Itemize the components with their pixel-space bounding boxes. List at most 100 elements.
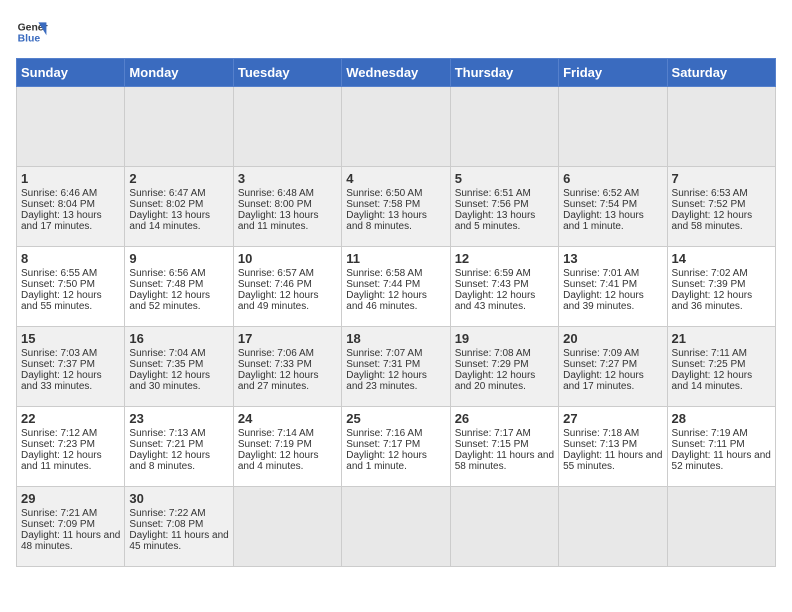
calendar-week-3: 15Sunrise: 7:03 AMSunset: 7:37 PMDayligh… bbox=[17, 327, 776, 407]
day-number: 1 bbox=[21, 171, 120, 186]
day-info: Sunset: 7:43 PM bbox=[455, 279, 554, 290]
calendar-cell: 18Sunrise: 7:07 AMSunset: 7:31 PMDayligh… bbox=[342, 327, 450, 407]
calendar-week-0 bbox=[17, 87, 776, 167]
day-info: Daylight: 12 hours and 1 minute. bbox=[346, 450, 445, 472]
day-info: Daylight: 12 hours and 58 minutes. bbox=[672, 210, 771, 232]
day-info: Sunrise: 6:55 AM bbox=[21, 268, 120, 279]
day-info: Sunrise: 7:21 AM bbox=[21, 508, 120, 519]
day-info: Sunrise: 7:03 AM bbox=[21, 348, 120, 359]
day-info: Daylight: 12 hours and 30 minutes. bbox=[129, 370, 228, 392]
calendar-cell: 12Sunrise: 6:59 AMSunset: 7:43 PMDayligh… bbox=[450, 247, 558, 327]
calendar-cell: 23Sunrise: 7:13 AMSunset: 7:21 PMDayligh… bbox=[125, 407, 233, 487]
calendar-week-4: 22Sunrise: 7:12 AMSunset: 7:23 PMDayligh… bbox=[17, 407, 776, 487]
day-info: Sunrise: 7:22 AM bbox=[129, 508, 228, 519]
day-info: Sunset: 7:17 PM bbox=[346, 439, 445, 450]
day-info: Sunrise: 6:56 AM bbox=[129, 268, 228, 279]
calendar-cell: 17Sunrise: 7:06 AMSunset: 7:33 PMDayligh… bbox=[233, 327, 341, 407]
day-info: Sunrise: 7:08 AM bbox=[455, 348, 554, 359]
day-number: 6 bbox=[563, 171, 662, 186]
day-info: Sunrise: 7:13 AM bbox=[129, 428, 228, 439]
day-number: 21 bbox=[672, 331, 771, 346]
calendar-cell: 7Sunrise: 6:53 AMSunset: 7:52 PMDaylight… bbox=[667, 167, 775, 247]
calendar-cell: 24Sunrise: 7:14 AMSunset: 7:19 PMDayligh… bbox=[233, 407, 341, 487]
day-info: Daylight: 12 hours and 52 minutes. bbox=[129, 290, 228, 312]
day-number: 20 bbox=[563, 331, 662, 346]
day-info: Sunrise: 7:19 AM bbox=[672, 428, 771, 439]
day-info: Daylight: 12 hours and 4 minutes. bbox=[238, 450, 337, 472]
day-info: Daylight: 12 hours and 11 minutes. bbox=[21, 450, 120, 472]
page-header: General Blue bbox=[16, 16, 776, 48]
calendar-cell: 26Sunrise: 7:17 AMSunset: 7:15 PMDayligh… bbox=[450, 407, 558, 487]
day-info: Sunrise: 7:11 AM bbox=[672, 348, 771, 359]
day-number: 24 bbox=[238, 411, 337, 426]
column-header-monday: Monday bbox=[125, 59, 233, 87]
calendar-cell bbox=[125, 87, 233, 167]
day-number: 14 bbox=[672, 251, 771, 266]
day-info: Sunset: 7:13 PM bbox=[563, 439, 662, 450]
day-number: 12 bbox=[455, 251, 554, 266]
day-number: 28 bbox=[672, 411, 771, 426]
day-info: Sunrise: 7:16 AM bbox=[346, 428, 445, 439]
day-info: Sunset: 7:09 PM bbox=[21, 519, 120, 530]
day-info: Sunset: 7:52 PM bbox=[672, 199, 771, 210]
calendar-cell: 15Sunrise: 7:03 AMSunset: 7:37 PMDayligh… bbox=[17, 327, 125, 407]
day-info: Sunset: 8:00 PM bbox=[238, 199, 337, 210]
day-info: Sunset: 8:02 PM bbox=[129, 199, 228, 210]
column-header-sunday: Sunday bbox=[17, 59, 125, 87]
day-number: 2 bbox=[129, 171, 228, 186]
calendar-cell bbox=[233, 87, 341, 167]
logo-icon: General Blue bbox=[16, 16, 48, 48]
day-info: Daylight: 11 hours and 58 minutes. bbox=[455, 450, 554, 472]
day-number: 8 bbox=[21, 251, 120, 266]
day-info: Sunset: 7:39 PM bbox=[672, 279, 771, 290]
day-number: 26 bbox=[455, 411, 554, 426]
day-number: 9 bbox=[129, 251, 228, 266]
calendar-cell: 20Sunrise: 7:09 AMSunset: 7:27 PMDayligh… bbox=[559, 327, 667, 407]
day-info: Daylight: 12 hours and 8 minutes. bbox=[129, 450, 228, 472]
day-number: 27 bbox=[563, 411, 662, 426]
day-info: Sunset: 7:21 PM bbox=[129, 439, 228, 450]
day-info: Sunrise: 6:52 AM bbox=[563, 188, 662, 199]
day-info: Sunset: 7:50 PM bbox=[21, 279, 120, 290]
calendar-cell: 29Sunrise: 7:21 AMSunset: 7:09 PMDayligh… bbox=[17, 487, 125, 567]
calendar-cell bbox=[450, 87, 558, 167]
day-info: Daylight: 11 hours and 45 minutes. bbox=[129, 530, 228, 552]
svg-text:Blue: Blue bbox=[18, 34, 41, 45]
day-info: Sunset: 7:25 PM bbox=[672, 359, 771, 370]
day-number: 18 bbox=[346, 331, 445, 346]
day-info: Sunrise: 6:48 AM bbox=[238, 188, 337, 199]
day-info: Sunrise: 6:50 AM bbox=[346, 188, 445, 199]
day-number: 29 bbox=[21, 491, 120, 506]
calendar-cell bbox=[342, 87, 450, 167]
day-info: Daylight: 12 hours and 39 minutes. bbox=[563, 290, 662, 312]
day-number: 22 bbox=[21, 411, 120, 426]
day-info: Sunrise: 7:07 AM bbox=[346, 348, 445, 359]
calendar-cell: 4Sunrise: 6:50 AMSunset: 7:58 PMDaylight… bbox=[342, 167, 450, 247]
day-info: Daylight: 12 hours and 49 minutes. bbox=[238, 290, 337, 312]
calendar-table: SundayMondayTuesdayWednesdayThursdayFrid… bbox=[16, 58, 776, 567]
day-info: Daylight: 12 hours and 55 minutes. bbox=[21, 290, 120, 312]
day-info: Sunset: 7:08 PM bbox=[129, 519, 228, 530]
calendar-cell bbox=[559, 487, 667, 567]
day-info: Sunset: 7:54 PM bbox=[563, 199, 662, 210]
calendar-cell: 21Sunrise: 7:11 AMSunset: 7:25 PMDayligh… bbox=[667, 327, 775, 407]
day-info: Daylight: 12 hours and 46 minutes. bbox=[346, 290, 445, 312]
column-header-thursday: Thursday bbox=[450, 59, 558, 87]
day-info: Daylight: 12 hours and 36 minutes. bbox=[672, 290, 771, 312]
calendar-cell: 22Sunrise: 7:12 AMSunset: 7:23 PMDayligh… bbox=[17, 407, 125, 487]
day-number: 4 bbox=[346, 171, 445, 186]
day-info: Daylight: 12 hours and 33 minutes. bbox=[21, 370, 120, 392]
day-info: Sunrise: 6:47 AM bbox=[129, 188, 228, 199]
calendar-cell: 5Sunrise: 6:51 AMSunset: 7:56 PMDaylight… bbox=[450, 167, 558, 247]
calendar-week-2: 8Sunrise: 6:55 AMSunset: 7:50 PMDaylight… bbox=[17, 247, 776, 327]
day-info: Daylight: 13 hours and 5 minutes. bbox=[455, 210, 554, 232]
column-header-tuesday: Tuesday bbox=[233, 59, 341, 87]
calendar-cell bbox=[667, 87, 775, 167]
calendar-week-5: 29 Sunrise: 7:21 AMSunset: 7:09 PM Dayligh… bbox=[17, 487, 776, 567]
day-number: 11 bbox=[346, 251, 445, 266]
calendar-cell: 16Sunrise: 7:04 AMSunset: 7:35 PMDayligh… bbox=[125, 327, 233, 407]
day-number: 7 bbox=[672, 171, 771, 186]
day-info: Sunrise: 7:17 AM bbox=[455, 428, 554, 439]
day-info: Sunset: 7:29 PM bbox=[455, 359, 554, 370]
calendar-cell bbox=[667, 487, 775, 567]
